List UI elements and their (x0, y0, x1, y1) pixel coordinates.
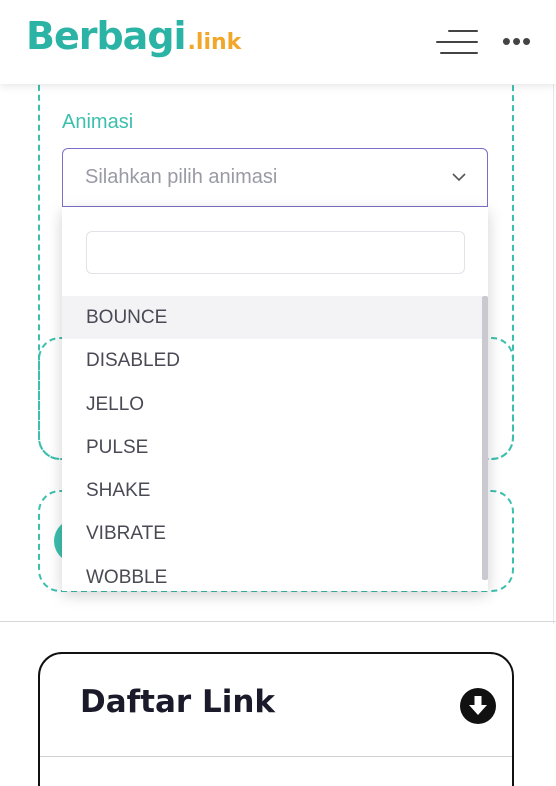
option-vibrate[interactable]: VIBRATE (62, 512, 482, 555)
logo-tld: link (195, 30, 242, 55)
option-pulse[interactable]: PULSE (62, 426, 482, 469)
logo-text: Berbagi (26, 14, 187, 58)
select-placeholder: Silahkan pilih animasi (85, 166, 278, 188)
animation-select[interactable]: Silahkan pilih animasi (62, 148, 488, 207)
option-disabled[interactable]: DISABLED (62, 339, 482, 382)
option-shake[interactable]: SHAKE (62, 469, 482, 512)
content-edge (553, 84, 554, 624)
option-bounce[interactable]: BOUNCE (62, 296, 482, 340)
card-separator (40, 756, 512, 757)
link-list-title: Daftar Link (80, 684, 276, 720)
more-options-icon[interactable]: ••• (500, 26, 534, 56)
brand-logo[interactable]: Berbagi . link (26, 14, 241, 58)
section-divider (0, 621, 556, 622)
animation-dropdown: BOUNCE DISABLED JELLO PULSE SHAKE VIBRAT… (62, 207, 488, 591)
dropdown-search-input[interactable] (86, 231, 465, 274)
option-jello[interactable]: JELLO (62, 383, 482, 426)
logo-dot: . (187, 30, 196, 55)
dropdown-options: BOUNCE DISABLED JELLO PULSE SHAKE VIBRAT… (62, 296, 482, 591)
menu-icon[interactable] (436, 28, 478, 56)
option-wobble[interactable]: WOBBLE (62, 556, 482, 591)
chevron-down-icon (452, 173, 466, 182)
animation-label: Animasi (62, 111, 134, 133)
top-header: Berbagi . link ••• (0, 0, 556, 84)
arrow-down-circle-icon[interactable] (460, 688, 496, 724)
dropdown-scrollbar[interactable] (482, 296, 488, 580)
